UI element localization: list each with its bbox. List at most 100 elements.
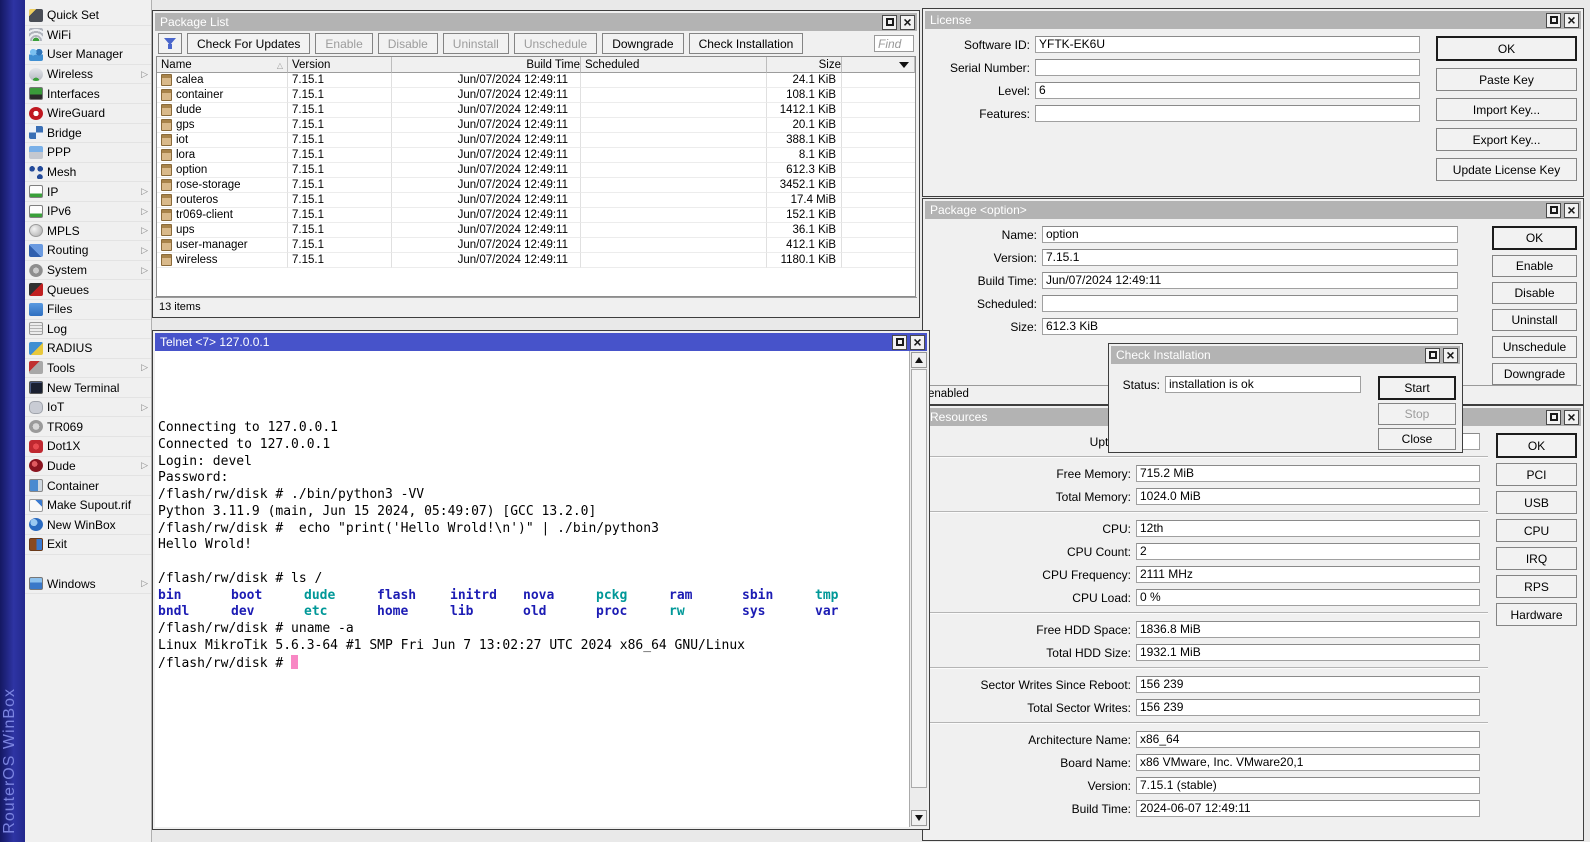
build-time-field[interactable]: Jun/07/2024 12:49:11 (1042, 272, 1458, 289)
table-row[interactable]: lora7.15.1Jun/07/2024 12:49:118.1 KiB (157, 148, 915, 163)
sidebar-item-wireless[interactable]: Wireless▷ (25, 65, 151, 85)
sidebar-item-routing[interactable]: Routing▷ (25, 241, 151, 261)
sidebar-item-files[interactable]: Files (25, 300, 151, 320)
terminal-output[interactable]: Connecting to 127.0.0.1Connected to 127.… (155, 351, 927, 827)
scheduled-field[interactable] (1042, 295, 1458, 312)
column-header-scheduled[interactable]: Scheduled (581, 57, 767, 73)
cpu-field[interactable]: 12th (1136, 520, 1480, 537)
cpu-frequency-field[interactable]: 2111 MHz (1136, 566, 1480, 583)
import-key-button[interactable]: Import Key... (1436, 98, 1577, 121)
filter-button[interactable] (158, 33, 182, 54)
column-header-build-time[interactable]: Build Time (392, 57, 581, 73)
table-row[interactable]: ups7.15.1Jun/07/2024 12:49:1136.1 KiB (157, 223, 915, 238)
column-select-dropdown-icon[interactable] (896, 59, 912, 71)
scroll-up-icon[interactable] (911, 352, 927, 368)
status-field[interactable]: installation is ok (1165, 376, 1361, 393)
sidebar-item-ppp[interactable]: PPP (25, 143, 151, 163)
check-installation-button[interactable]: Check Installation (689, 33, 804, 54)
unschedule-button[interactable]: Unschedule (1492, 336, 1577, 358)
sidebar-item-wifi[interactable]: WiFi (25, 26, 151, 46)
table-row[interactable]: gps7.15.1Jun/07/2024 12:49:1120.1 KiB (157, 118, 915, 133)
sidebar-item-exit[interactable]: Exit (25, 535, 151, 555)
table-row[interactable]: wireless7.15.1Jun/07/2024 12:49:111180.1… (157, 253, 915, 268)
pci-button[interactable]: PCI (1496, 463, 1577, 486)
unschedule-button[interactable]: Unschedule (514, 33, 597, 54)
features-field[interactable] (1035, 105, 1420, 122)
enable-button[interactable]: Enable (1492, 255, 1577, 277)
start-button[interactable]: Start (1378, 376, 1456, 400)
sidebar-item-dude[interactable]: Dude▷ (25, 457, 151, 477)
telnet-titlebar[interactable]: Telnet <7> 127.0.0.1 (155, 333, 927, 351)
table-row[interactable]: iot7.15.1Jun/07/2024 12:49:11388.1 KiB (157, 133, 915, 148)
free-memory-field[interactable]: 715.2 MiB (1136, 465, 1480, 482)
maximize-button[interactable] (882, 15, 897, 30)
level-field[interactable]: 6 (1035, 82, 1420, 99)
sidebar-item-wireguard[interactable]: WireGuard (25, 104, 151, 124)
irq-button[interactable]: IRQ (1496, 547, 1577, 570)
sidebar-item-quick-set[interactable]: Quick Set (25, 6, 151, 26)
stop-button[interactable]: Stop (1378, 403, 1456, 425)
cpu-count-field[interactable]: 2 (1136, 543, 1480, 560)
enable-button[interactable]: Enable (315, 33, 372, 54)
sidebar-item-windows[interactable]: Windows▷ (25, 575, 151, 595)
sidebar-item-dot1x[interactable]: Dot1X (25, 437, 151, 457)
sidebar-item-interfaces[interactable]: Interfaces (25, 84, 151, 104)
package-list-titlebar[interactable]: Package List (155, 13, 917, 31)
scrollbar[interactable] (909, 351, 927, 827)
close-icon[interactable] (1564, 13, 1579, 28)
downgrade-button[interactable]: Downgrade (1492, 363, 1577, 385)
ok-button[interactable]: OK (1492, 226, 1577, 250)
version-field[interactable]: 7.15.1 (stable) (1136, 777, 1480, 794)
close-icon[interactable] (900, 15, 915, 30)
maximize-button[interactable] (1546, 203, 1561, 218)
export-key-button[interactable]: Export Key... (1436, 128, 1577, 151)
column-header-version[interactable]: Version (288, 57, 392, 73)
maximize-button[interactable] (1546, 13, 1561, 28)
sidebar-item-tools[interactable]: Tools▷ (25, 359, 151, 379)
check-installation-titlebar[interactable]: Check Installation (1111, 346, 1460, 364)
sidebar-item-radius[interactable]: RADIUS (25, 339, 151, 359)
table-row[interactable]: calea7.15.1Jun/07/2024 12:49:1124.1 KiB (157, 73, 915, 88)
sidebar-item-bridge[interactable]: Bridge (25, 124, 151, 144)
cpu-button[interactable]: CPU (1496, 519, 1577, 542)
find-input[interactable] (874, 35, 914, 52)
maximize-button[interactable] (1425, 348, 1440, 363)
table-row[interactable]: user-manager7.15.1Jun/07/2024 12:49:1141… (157, 238, 915, 253)
package-option-titlebar[interactable]: Package <option> (925, 201, 1581, 219)
usb-button[interactable]: USB (1496, 491, 1577, 514)
maximize-button[interactable] (1546, 410, 1561, 425)
uninstall-button[interactable]: Uninstall (443, 33, 509, 54)
disable-button[interactable]: Disable (1492, 282, 1577, 304)
sidebar-item-log[interactable]: Log (25, 320, 151, 340)
table-row[interactable]: tr069-client7.15.1Jun/07/2024 12:49:1115… (157, 208, 915, 223)
name-field[interactable]: option (1042, 226, 1458, 243)
sidebar-item-queues[interactable]: Queues (25, 280, 151, 300)
sidebar-item-mpls[interactable]: MPLS▷ (25, 222, 151, 242)
sector-writes-since-reboot-field[interactable]: 156 239 (1136, 676, 1480, 693)
sidebar-item-mesh[interactable]: Mesh (25, 163, 151, 183)
table-row[interactable]: rose-storage7.15.1Jun/07/2024 12:49:1134… (157, 178, 915, 193)
sidebar-item-user-manager[interactable]: User Manager (25, 45, 151, 65)
uninstall-button[interactable]: Uninstall (1492, 309, 1577, 331)
rps-button[interactable]: RPS (1496, 575, 1577, 598)
column-header-name[interactable]: Name△ (157, 57, 288, 73)
ok-button[interactable]: OK (1496, 433, 1577, 458)
table-row[interactable]: dude7.15.1Jun/07/2024 12:49:111412.1 KiB (157, 103, 915, 118)
sidebar-item-container[interactable]: Container (25, 476, 151, 496)
sidebar-item-iot[interactable]: IoT▷ (25, 398, 151, 418)
ok-button[interactable]: OK (1436, 36, 1577, 61)
software-id-field[interactable]: YFTK-EK6U (1035, 36, 1420, 53)
total-sector-writes-field[interactable]: 156 239 (1136, 699, 1480, 716)
cpu-load-field[interactable]: 0 % (1136, 589, 1480, 606)
sidebar-item-ip[interactable]: IP▷ (25, 182, 151, 202)
close-icon[interactable] (1443, 348, 1458, 363)
architecture-name-field[interactable]: x86_64 (1136, 731, 1480, 748)
table-row[interactable]: option7.15.1Jun/07/2024 12:49:11612.3 Ki… (157, 163, 915, 178)
scrollbar-thumb[interactable] (911, 369, 927, 788)
update-license-key-button[interactable]: Update License Key (1436, 158, 1577, 181)
scroll-down-icon[interactable] (911, 810, 927, 826)
table-row[interactable]: container7.15.1Jun/07/2024 12:49:11108.1… (157, 88, 915, 103)
serial-number-field[interactable] (1035, 59, 1420, 76)
sidebar-item-ipv6[interactable]: IPv6▷ (25, 202, 151, 222)
paste-key-button[interactable]: Paste Key (1436, 68, 1577, 91)
